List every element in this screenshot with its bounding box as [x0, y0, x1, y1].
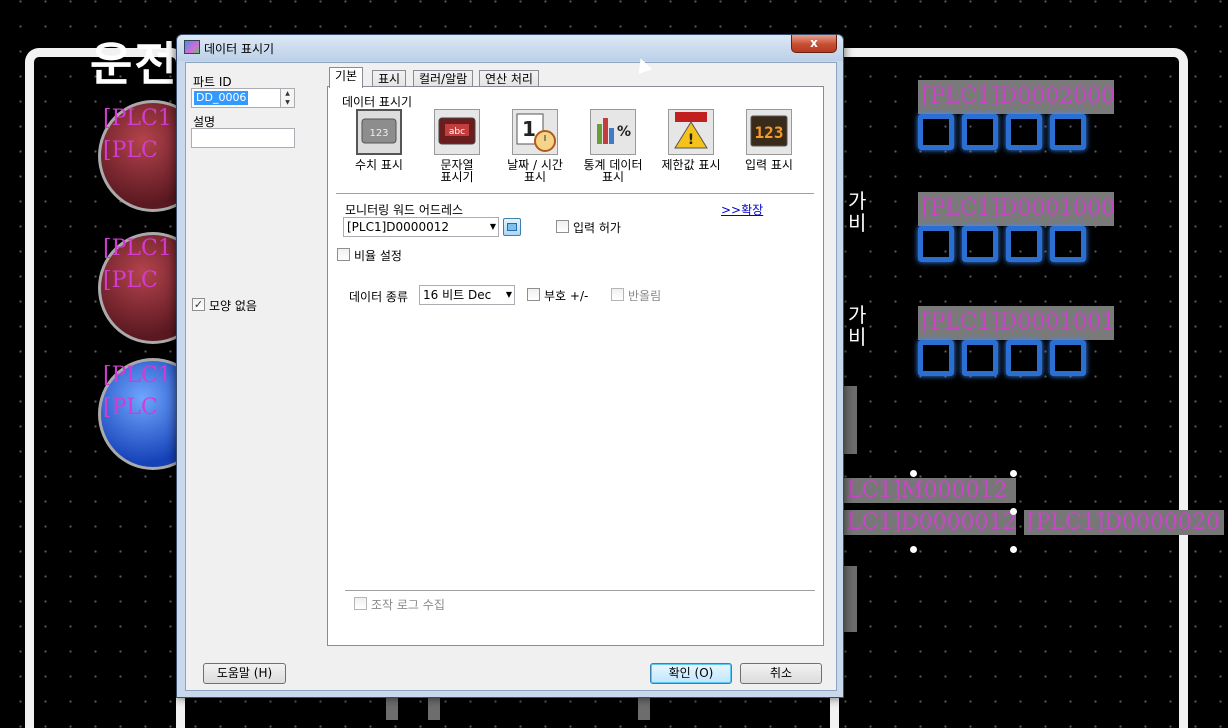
numeric-display-caption: 수치 표시 [355, 158, 403, 172]
svg-text:1: 1 [522, 117, 536, 141]
numeric-display-3-label: [PLC1]D0001001 [918, 306, 1114, 340]
input-allow-label: 입력 허가 [573, 221, 621, 235]
data-display-dialog: 데이터 표시기 x 파트 ID DD_0006 ▲ ▼ 설명 ✓ 모양 없음 기본… [176, 34, 844, 698]
side-fragment-1: 가 비 [848, 189, 867, 235]
tab-color-alarm[interactable]: 컬러/알람 [413, 70, 474, 87]
tab-basic[interactable]: 기본 [329, 67, 364, 88]
input-display-option[interactable]: 123 입력 표시 [730, 109, 808, 171]
lamp-2-label-a: [PLC1 [103, 236, 172, 261]
numeric-display-1-label: [PLC1]D0002000 [918, 80, 1114, 114]
numeric-display-2-label: [PLC1]D0001000 [918, 192, 1114, 226]
monitor-label-1[interactable]: LC1]M000012 [844, 478, 1016, 503]
cancel-button[interactable]: 취소 [740, 663, 822, 684]
limit-display-option[interactable]: ! 제한값 표시 [652, 109, 730, 171]
separator-1 [336, 193, 814, 194]
app-icon [184, 40, 200, 54]
statistics-display-icon: % [590, 109, 636, 155]
lamp-2-label-b: [PLC [103, 268, 158, 293]
sign-checkbox[interactable] [527, 288, 540, 301]
background-bar-2 [842, 566, 857, 632]
no-shape-label: 모양 없음 [209, 299, 257, 313]
description-field[interactable] [191, 128, 295, 148]
scale-checkbox[interactable] [337, 248, 350, 261]
dialog-client: 파트 ID DD_0006 ▲ ▼ 설명 ✓ 모양 없음 기본 표시 컬러/알람 … [185, 62, 837, 691]
lamp-3-label-a: [PLC1 [103, 363, 172, 388]
background-bar-4 [428, 698, 440, 720]
input-display-caption: 입력 표시 [745, 158, 793, 172]
numeric-display-2-digits [918, 226, 1086, 262]
string-display-icon: abc [434, 109, 480, 155]
numeric-display-option[interactable]: 123 수치 표시 [340, 109, 418, 171]
lamp-1-label-a: [PLC1 [103, 106, 172, 131]
part-id-spinner[interactable]: ▲ ▼ [280, 89, 294, 107]
numeric-display-2[interactable]: [PLC1]D0001000 [918, 192, 1128, 282]
scale-label: 비율 설정 [354, 249, 402, 263]
no-shape-checkbox[interactable]: ✓ [192, 298, 205, 311]
background-bar-1 [842, 386, 857, 454]
selection-handle[interactable] [910, 546, 917, 553]
tab-display[interactable]: 표시 [372, 70, 407, 87]
address-picker-button[interactable] [503, 218, 521, 236]
selection-handle[interactable] [1010, 546, 1017, 553]
round-checkbox [611, 288, 624, 301]
input-allow-checkbox[interactable] [556, 220, 569, 233]
svg-text:%: % [617, 124, 631, 140]
background-bar-5 [638, 698, 650, 720]
op-log-checkbox [354, 597, 367, 610]
round-label: 반올림 [628, 289, 662, 303]
background-bar-3 [386, 698, 398, 720]
datetime-display-icon: 1 [512, 109, 558, 155]
data-type-label: 데이터 종류 [349, 290, 409, 304]
selection-handle[interactable] [1010, 508, 1017, 515]
svg-text:abc: abc [449, 127, 465, 137]
monitor-label-3[interactable]: [PLC1]D0000020 [1024, 510, 1224, 535]
monitor-address-combo[interactable]: [PLC1]D0000012 ▼ [343, 217, 499, 237]
string-display-caption: 문자열 표시기 [440, 158, 474, 184]
numeric-display-3[interactable]: [PLC1]D0001001 [918, 306, 1128, 396]
input-display-icon: 123 [746, 109, 792, 155]
data-display-group-label: 데이터 표시기 [342, 95, 413, 109]
part-id-value: DD_0006 [194, 91, 249, 105]
svg-text:!: ! [688, 132, 694, 148]
part-id-field[interactable]: DD_0006 ▲ ▼ [191, 88, 295, 108]
dialog-titlebar[interactable]: 데이터 표시기 x [177, 35, 843, 61]
sign-label: 부호 +/- [544, 289, 589, 303]
selection-handle[interactable] [910, 470, 917, 477]
lamp-1-label-b: [PLC [103, 138, 158, 163]
limit-display-caption: 제한값 표시 [661, 158, 721, 172]
monitor-address-label: 모니터링 워드 어드레스 [345, 203, 464, 217]
data-type-value: 16 비트 Dec [423, 288, 492, 302]
monitor-address-value: [PLC1]D0000012 [347, 220, 449, 234]
numeric-display-3-digits [918, 340, 1086, 376]
expand-link[interactable]: >>확장 [721, 201, 763, 218]
help-button[interactable]: 도움말 (H) [203, 663, 286, 684]
ok-button[interactable]: 확인 (O) [650, 663, 732, 684]
svg-text:123: 123 [755, 123, 784, 142]
close-button[interactable]: x [791, 35, 837, 53]
tab-operation[interactable]: 연산 처리 [479, 70, 539, 87]
statistics-display-caption: 통계 데이터 표시 [583, 158, 643, 184]
keypad-icon [507, 223, 517, 231]
monitor-label-2[interactable]: LC1]D0000012 [844, 510, 1017, 535]
side-fragment-2: 가 비 [848, 303, 867, 349]
datetime-display-option[interactable]: 1 날짜 / 시간 표시 [496, 109, 574, 183]
separator-2 [345, 590, 815, 591]
lamp-3-label-b: [PLC [103, 395, 158, 420]
svg-text:123: 123 [369, 128, 388, 139]
selection-handle[interactable] [1010, 470, 1017, 477]
chevron-down-icon: ▼ [489, 222, 496, 231]
numeric-display-1[interactable]: [PLC1]D0002000 [918, 80, 1128, 170]
datetime-display-caption: 날짜 / 시간 표시 [507, 158, 563, 184]
limit-display-icon: ! [668, 109, 714, 155]
dialog-title: 데이터 표시기 [204, 42, 275, 56]
data-type-combo[interactable]: 16 비트 Dec ▼ [419, 285, 515, 305]
screen-title[interactable]: 운전 [90, 28, 179, 94]
statistics-display-option[interactable]: % 통계 데이터 표시 [574, 109, 652, 183]
numeric-display-1-digits [918, 114, 1086, 150]
basic-tab-panel: 데이터 표시기 123 수치 표시 abc 문자열 표시기 1 날짜 / 시간 … [327, 86, 824, 646]
string-display-option[interactable]: abc 문자열 표시기 [418, 109, 496, 183]
chevron-down-icon: ▼ [505, 290, 512, 299]
op-log-label: 조작 로그 수집 [371, 598, 445, 612]
numeric-display-icon: 123 [356, 109, 402, 155]
